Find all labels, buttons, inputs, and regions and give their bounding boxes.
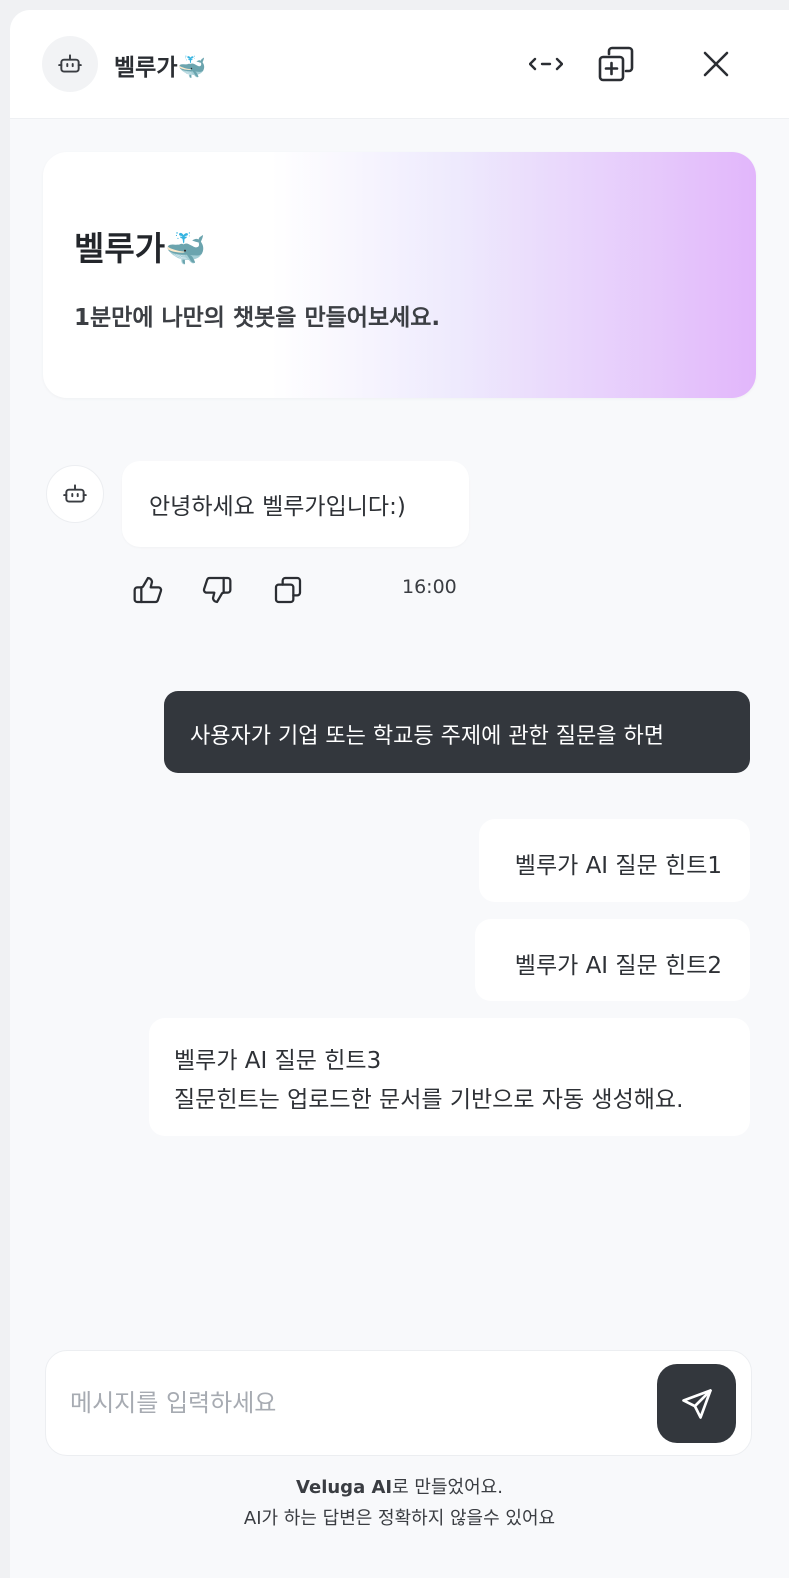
dislike-button[interactable] <box>197 570 237 610</box>
question-hint-1[interactable]: 벨루가 AI 질문 힌트1 <box>479 819 750 902</box>
footer-credit: Veluga AI로 만들었어요. <box>10 1473 789 1499</box>
robot-icon <box>58 54 82 73</box>
message-composer <box>45 1350 752 1456</box>
chat-panel: 벨루가🐳 벨루가🐳 1분만에 나만의 챗봇을 만들어보세요. 안녕하세요 벨루가… <box>10 10 789 1578</box>
thumbs-up-icon <box>133 576 163 604</box>
expand-button[interactable] <box>522 44 570 84</box>
copy-button[interactable] <box>268 570 308 610</box>
footer-made-with: 로 만들었어요. <box>392 1477 503 1498</box>
robot-icon <box>63 484 87 503</box>
close-button[interactable] <box>694 42 738 86</box>
banner-subtitle: 1분만에 나만의 챗봇을 만들어보세요. <box>74 305 441 331</box>
hint-3-label: 벨루가 AI 질문 힌트3 <box>174 1048 382 1074</box>
like-button[interactable] <box>128 570 168 610</box>
send-button[interactable] <box>657 1364 736 1443</box>
chat-title: 벨루가🐳 <box>114 55 207 81</box>
close-icon <box>703 51 729 77</box>
question-hint-2[interactable]: 벨루가 AI 질문 힌트2 <box>475 919 750 1001</box>
bot-avatar <box>42 36 98 92</box>
message-input[interactable] <box>68 1379 632 1427</box>
copy-icon <box>274 576 302 604</box>
message-time: 16:00 <box>402 576 457 598</box>
message-bot-avatar <box>46 465 104 523</box>
question-hint-3[interactable]: 벨루가 AI 질문 힌트3 질문힌트는 업로드한 문서를 기반으로 자동 생성해… <box>149 1018 750 1136</box>
chat-header: 벨루가🐳 <box>10 10 789 119</box>
expand-arrows-icon <box>529 57 563 71</box>
welcome-banner: 벨루가🐳 1분만에 나만의 챗봇을 만들어보세요. <box>43 152 756 398</box>
user-message: 사용자가 기업 또는 학교등 주제에 관한 질문을 하면 <box>164 691 750 773</box>
copy-plus-icon <box>598 46 634 82</box>
footer-brand: Veluga AI <box>296 1477 393 1498</box>
send-icon <box>681 1388 712 1419</box>
thumbs-down-icon <box>202 576 232 604</box>
hint-note: 질문힌트는 업로드한 문서를 기반으로 자동 생성해요. <box>174 1087 684 1113</box>
banner-title: 벨루가🐳 <box>74 229 207 268</box>
new-chat-button[interactable] <box>592 40 640 88</box>
footer-disclaimer: AI가 하는 답변은 정확하지 않을수 있어요 <box>243 1508 556 1529</box>
bot-message: 안녕하세요 벨루가입니다:) <box>122 461 469 547</box>
